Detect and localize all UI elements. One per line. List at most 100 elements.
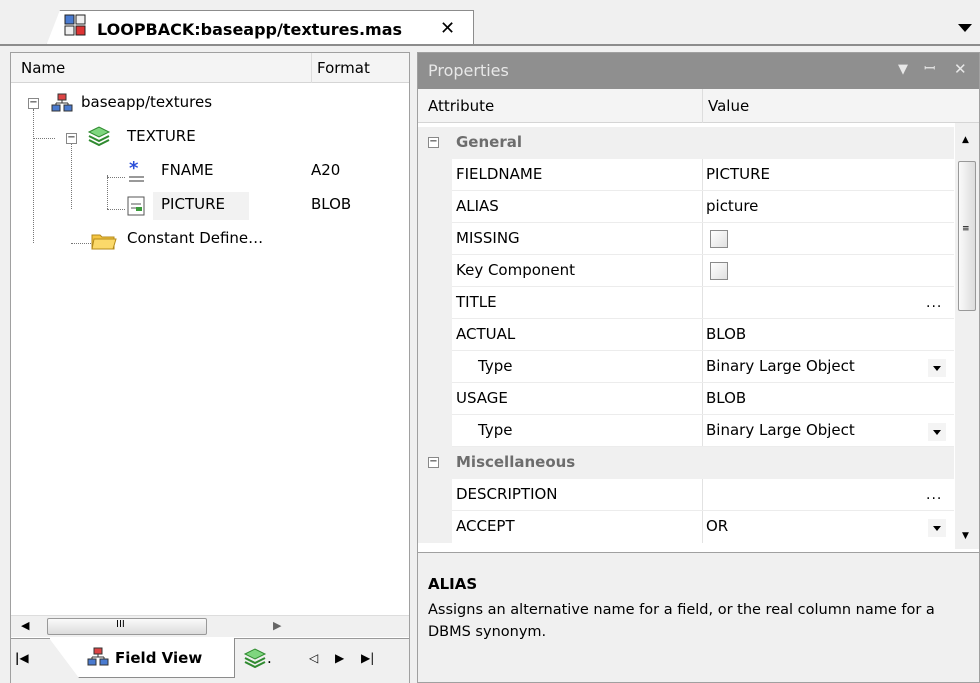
header-divider bbox=[702, 89, 703, 123]
svg-text:*: * bbox=[129, 161, 139, 179]
property-value[interactable]: picture bbox=[706, 197, 758, 215]
pin-icon[interactable]: ꟷ bbox=[924, 59, 935, 78]
field-format: A20 bbox=[311, 161, 341, 179]
column-header-attribute: Attribute bbox=[428, 97, 495, 115]
ellipsis-button[interactable]: ... bbox=[926, 487, 942, 503]
ellipsis-button[interactable]: ... bbox=[926, 295, 942, 311]
row-gutter bbox=[418, 255, 452, 287]
row-gutter bbox=[418, 319, 452, 351]
property-row[interactable]: ACTUAL BLOB bbox=[418, 319, 954, 351]
property-value[interactable]: BLOB bbox=[706, 389, 746, 407]
collapse-category-icon[interactable]: − bbox=[428, 457, 439, 468]
field-icon bbox=[127, 196, 145, 216]
property-name: Type bbox=[478, 357, 513, 375]
chevron-down-icon[interactable] bbox=[958, 24, 972, 32]
close-icon[interactable]: ✕ bbox=[954, 60, 967, 78]
property-name: FIELDNAME bbox=[456, 165, 543, 183]
property-row[interactable]: TITLE ... bbox=[418, 287, 954, 319]
missing-checkbox[interactable] bbox=[710, 230, 728, 248]
category-general[interactable]: − General bbox=[418, 127, 954, 159]
description-heading: ALIAS bbox=[428, 575, 478, 593]
horizontal-scrollbar[interactable]: ◀ III ▶ bbox=[11, 615, 409, 637]
app-grid-icon bbox=[64, 14, 86, 36]
property-row[interactable]: USAGE BLOB bbox=[418, 383, 954, 415]
category-miscellaneous[interactable]: − Miscellaneous bbox=[418, 447, 954, 479]
dropdown-arrow-icon[interactable] bbox=[928, 423, 946, 441]
property-name: TITLE bbox=[456, 293, 497, 311]
column-divider bbox=[702, 191, 703, 223]
row-gutter bbox=[418, 159, 452, 191]
tree-line bbox=[107, 177, 125, 178]
property-value[interactable]: OR bbox=[706, 517, 728, 535]
collapse-category-icon[interactable]: − bbox=[428, 137, 439, 148]
properties-grid-header: Attribute Value bbox=[418, 89, 979, 123]
scroll-thumb[interactable]: III bbox=[47, 618, 207, 635]
row-gutter bbox=[418, 351, 452, 383]
property-value[interactable]: PICTURE bbox=[706, 165, 770, 183]
property-row[interactable]: MISSING bbox=[418, 223, 954, 255]
scroll-grip: III bbox=[116, 619, 125, 630]
tree-item-root[interactable]: baseapp/textures bbox=[81, 93, 212, 111]
row-gutter bbox=[418, 223, 452, 255]
scroll-left-icon[interactable]: ◀ bbox=[21, 619, 29, 632]
scroll-thumb[interactable]: ≡ bbox=[958, 161, 976, 311]
stack-icon[interactable] bbox=[243, 647, 267, 669]
description-text: Assigns an alternative name for a field,… bbox=[428, 602, 935, 640]
row-gutter bbox=[418, 191, 452, 223]
tree-line bbox=[71, 143, 72, 209]
property-row[interactable]: DESCRIPTION ... bbox=[418, 479, 954, 511]
collapse-segment-icon[interactable]: − bbox=[66, 133, 77, 144]
property-name: ALIAS bbox=[456, 197, 499, 215]
tree-item-constants[interactable]: Constant Define… bbox=[127, 229, 263, 247]
column-divider bbox=[702, 511, 703, 543]
network-icon bbox=[87, 647, 109, 666]
column-divider bbox=[702, 383, 703, 415]
last-tab-icon[interactable]: ▶| bbox=[361, 651, 374, 665]
property-name: ACTUAL bbox=[456, 325, 516, 343]
row-gutter bbox=[418, 511, 452, 543]
property-value[interactable]: Binary Large Object bbox=[706, 357, 855, 375]
close-icon[interactable]: ✕ bbox=[440, 18, 455, 39]
property-value[interactable]: BLOB bbox=[706, 325, 746, 343]
panel-menu-icon[interactable]: ▼ bbox=[898, 62, 908, 77]
scroll-down-icon[interactable]: ▼ bbox=[962, 531, 969, 541]
property-row[interactable]: Type Binary Large Object bbox=[418, 351, 954, 383]
tab-second-suffix: . bbox=[267, 649, 272, 667]
property-value[interactable]: Binary Large Object bbox=[706, 421, 855, 439]
column-divider bbox=[702, 319, 703, 351]
tree-item-field[interactable]: PICTURE bbox=[161, 195, 225, 213]
tab-field-view-label[interactable]: Field View bbox=[115, 649, 202, 667]
tree-item-field[interactable]: FNAME bbox=[161, 161, 214, 179]
scroll-right-icon[interactable]: ▶ bbox=[273, 619, 281, 632]
next-tab-icon[interactable]: ▶ bbox=[335, 651, 344, 665]
row-gutter bbox=[418, 383, 452, 415]
tree-line bbox=[33, 109, 34, 243]
network-icon bbox=[51, 93, 73, 112]
prev-tab-icon[interactable]: ◁ bbox=[309, 651, 318, 665]
column-divider bbox=[702, 415, 703, 447]
property-name: USAGE bbox=[456, 389, 508, 407]
properties-panel: Properties ▼ ꟷ ✕ Attribute Value − Gener… bbox=[417, 52, 980, 683]
property-row[interactable]: FIELDNAME PICTURE bbox=[418, 159, 954, 191]
dropdown-arrow-icon[interactable] bbox=[928, 359, 946, 377]
tree-line bbox=[71, 243, 91, 244]
tree-line bbox=[107, 175, 108, 209]
scroll-up-icon[interactable]: ▲ bbox=[962, 135, 969, 145]
collapse-root-icon[interactable]: − bbox=[28, 98, 39, 109]
key-component-checkbox[interactable] bbox=[710, 262, 728, 280]
property-row[interactable]: Key Component bbox=[418, 255, 954, 287]
field-tree-pane: Name Format − baseapp/textures − TEXTURE… bbox=[10, 52, 410, 683]
property-name: Key Component bbox=[456, 261, 576, 279]
first-tab-icon[interactable]: |◀ bbox=[15, 651, 29, 665]
property-row[interactable]: ALIAS picture bbox=[418, 191, 954, 223]
property-row[interactable]: ACCEPT OR bbox=[418, 511, 954, 543]
tree-item-segment[interactable]: TEXTURE bbox=[127, 127, 196, 145]
dropdown-arrow-icon[interactable] bbox=[928, 519, 946, 537]
property-name: ACCEPT bbox=[456, 517, 515, 535]
column-header-name[interactable]: Name bbox=[21, 59, 65, 77]
vertical-scrollbar[interactable]: ▲ ≡ ▼ bbox=[955, 123, 979, 549]
property-row[interactable]: Type Binary Large Object bbox=[418, 415, 954, 447]
category-label: Miscellaneous bbox=[456, 453, 576, 471]
column-divider bbox=[702, 351, 703, 383]
column-header-format[interactable]: Format bbox=[317, 59, 370, 77]
